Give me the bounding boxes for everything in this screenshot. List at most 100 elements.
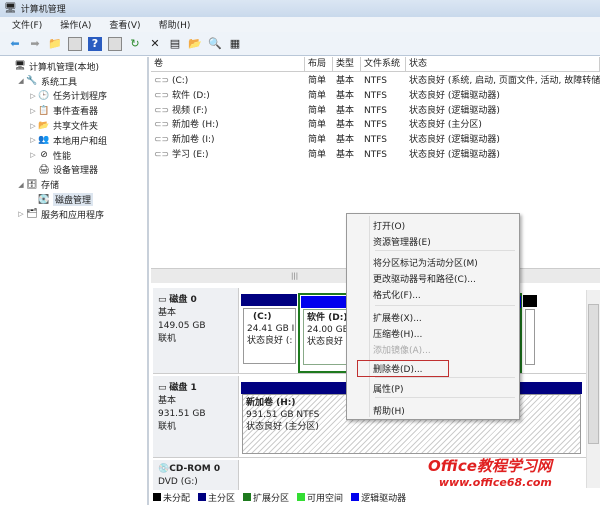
context-menu-item[interactable]: 扩展卷(X)... (373, 311, 422, 324)
table-row[interactable]: ⊂⊃ 学习 (E:) 简单 基本 NTFS 状态良好 (逻辑驱动器) (151, 148, 600, 163)
tree-item[interactable]: ◢ 🗄 存储 (0, 177, 147, 192)
tree-item[interactable]: ▷ 🕒 任务计划程序 (0, 89, 147, 104)
cdrom-icon: 💿 (158, 464, 170, 474)
expand-icon[interactable]: ▷ (28, 122, 38, 130)
drive-icon: ⊂⊃ (154, 76, 170, 86)
context-menu-item[interactable]: 属性(P) (373, 382, 403, 395)
context-menu-item: 添加镜像(A)... (373, 346, 431, 356)
expand-icon[interactable]: ▷ (28, 136, 38, 144)
menu-action[interactable]: 操作(A) (60, 18, 91, 31)
tree-item[interactable]: ▷ 📂 共享文件夹 (0, 118, 147, 133)
tree-item[interactable]: ▷ 🗂 服务和应用程序 (0, 207, 147, 222)
table-row[interactable]: ⊂⊃ 新加卷 (H:) 简单 基本 NTFS 状态良好 (主分区) (151, 118, 600, 133)
tree-item[interactable]: ▷ 📋 事件查看器 (0, 103, 147, 118)
expand-icon[interactable]: ▷ (28, 107, 38, 115)
context-menu-item[interactable]: 帮助(H) (373, 404, 405, 417)
watermark-title: Office教程学习网 (428, 457, 552, 475)
up-folder-icon[interactable]: 📁 (48, 37, 62, 51)
legend-item: 逻辑驱动器 (351, 491, 406, 504)
disk-size: 931.51 GB (158, 409, 206, 419)
show-hide-tree-icon[interactable] (68, 36, 82, 51)
cdrom-label[interactable]: 💿CD-ROM 0 DVD (G:) (153, 460, 239, 490)
context-menu-item[interactable]: 资源管理器(E) (373, 235, 431, 248)
tree-item-icon: 🗄 (26, 179, 38, 190)
column-status[interactable]: 状态 (406, 57, 600, 71)
menu-separator (375, 250, 515, 251)
expand-icon[interactable]: ◢ (16, 77, 26, 85)
properties-icon[interactable]: ▤ (168, 37, 182, 51)
delete-icon[interactable]: ✕ (148, 37, 162, 51)
partition-status: 状态良好 (: (247, 336, 293, 346)
table-row[interactable]: ⊂⊃ 新加卷 (I:) 简单 基本 NTFS 状态良好 (逻辑驱动器) (151, 133, 600, 148)
menu-file[interactable]: 文件(F) (12, 18, 42, 31)
tree-item[interactable]: 💽 磁盘管理 (0, 192, 147, 207)
forward-icon[interactable]: ➡ (28, 37, 42, 51)
column-filesystem[interactable]: 文件系统 (361, 57, 406, 71)
expand-icon[interactable]: ▷ (28, 151, 38, 159)
table-row[interactable]: ⊂⊃ 软件 (D:) 简单 基本 NTFS 状态良好 (逻辑驱动器) (151, 89, 600, 104)
cell: 基本 (336, 76, 355, 86)
cell: NTFS (364, 149, 387, 160)
column-volume[interactable]: 卷 (151, 57, 305, 71)
open-icon[interactable]: 📂 (188, 37, 202, 51)
legend-item: 主分区 (198, 491, 235, 504)
tree-item[interactable]: 🖨 设备管理器 (0, 163, 147, 178)
partition-name: (C:) (253, 312, 272, 322)
context-menu-item[interactable]: 压缩卷(H)... (373, 327, 422, 340)
tree-item[interactable]: 🖥 计算机管理(本地) (0, 59, 147, 74)
column-layout[interactable]: 布局 (305, 57, 333, 71)
cell: NTFS (364, 105, 387, 116)
tree-item-label: 系统工具 (41, 77, 78, 88)
volume-name: 软件 (D:) (171, 90, 210, 101)
legend-label: 逻辑驱动器 (361, 494, 407, 504)
cell: 基本 (336, 105, 355, 116)
disk-icon: ▭ (158, 383, 170, 393)
vertical-scrollbar[interactable] (586, 290, 600, 488)
search-icon[interactable]: 🔍 (208, 37, 222, 51)
toolbar: ⬅ ➡ 📁 ? ↻ ✕ ▤ 📂 🔍 ▦ (0, 32, 600, 56)
menu-separator (375, 377, 515, 378)
legend-swatch (198, 493, 207, 501)
tree-item-icon: 🕒 (38, 90, 50, 101)
tree-item-label: 磁盘管理 (53, 193, 94, 207)
disk-1-label[interactable]: ▭ 磁盘 1 基本 931.51 GB 联机 (153, 376, 239, 457)
navigation-tree: 🖥 计算机管理(本地) ◢ 🔧 系统工具 ▷ 🕒 任务计划程序 ▷ 📋 事件查看器 ▷ 📂 共享文件夹 ▷ 👥… (0, 57, 149, 505)
tree-item[interactable]: ▷ ⊘ 性能 (0, 148, 147, 163)
table-row[interactable]: ⊂⊃ (C:) 简单 基本 NTFS 状态良好 (系统, 启动, 页面文件, 活动, 故… (151, 74, 600, 89)
partition-hidden[interactable] (525, 309, 535, 365)
disk-size: 149.05 GB (158, 321, 206, 331)
context-menu-item[interactable]: 将分区标记为活动分区(M) (373, 256, 478, 269)
menu-view[interactable]: 查看(V) (109, 18, 140, 31)
partition-c[interactable]: (C:) 24.41 GB I 状态良好 (: (243, 308, 296, 364)
expand-icon[interactable]: ▷ (16, 210, 26, 218)
cell: 基本 (336, 90, 355, 101)
context-menu-item[interactable]: 格式化(F)... (373, 288, 421, 301)
drive-icon: ⊂⊃ (154, 149, 170, 160)
cell: 状态良好 (逻辑驱动器) (409, 90, 500, 101)
disk-0-label[interactable]: ▭ 磁盘 0 基本 149.05 GB 联机 (153, 288, 239, 373)
tree-item[interactable]: ◢ 🔧 系统工具 (0, 74, 147, 89)
menu-help[interactable]: 帮助(H) (159, 18, 191, 31)
legend: 未分配 主分区 扩展分区 可用空间 逻辑驱动器 (153, 490, 600, 505)
help-icon[interactable]: ? (88, 36, 102, 51)
partition-status: 状态良好 (主分区) (246, 422, 319, 432)
tree-item-icon: 🖨 (38, 164, 50, 175)
tree-item[interactable]: ▷ 👥 本地用户和组 (0, 133, 147, 148)
table-row[interactable]: ⊂⊃ 视频 (F:) 简单 基本 NTFS 状态良好 (逻辑驱动器) (151, 104, 600, 119)
expand-icon[interactable]: ◢ (16, 181, 26, 189)
context-menu-item[interactable]: 打开(O) (373, 219, 405, 232)
back-icon[interactable]: ⬅ (8, 37, 22, 51)
volume-name: 新加卷 (H:) (171, 120, 219, 131)
settings-icon[interactable]: ▦ (228, 37, 242, 51)
expand-icon[interactable]: ▷ (28, 92, 38, 100)
drive-icon: ⊂⊃ (154, 135, 170, 146)
column-type[interactable]: 类型 (333, 57, 361, 71)
show-action-pane-icon[interactable] (108, 36, 122, 51)
legend-swatch (351, 493, 360, 501)
cell: 简单 (308, 149, 327, 160)
tree-item-label: 计算机管理(本地) (29, 62, 100, 73)
refresh-icon[interactable]: ↻ (128, 37, 142, 51)
drive-icon: ⊂⊃ (154, 105, 170, 116)
context-menu-item[interactable]: 更改驱动器号和路径(C)... (373, 272, 476, 285)
delete-volume-menu-item[interactable]: 删除卷(D)... (357, 360, 449, 377)
